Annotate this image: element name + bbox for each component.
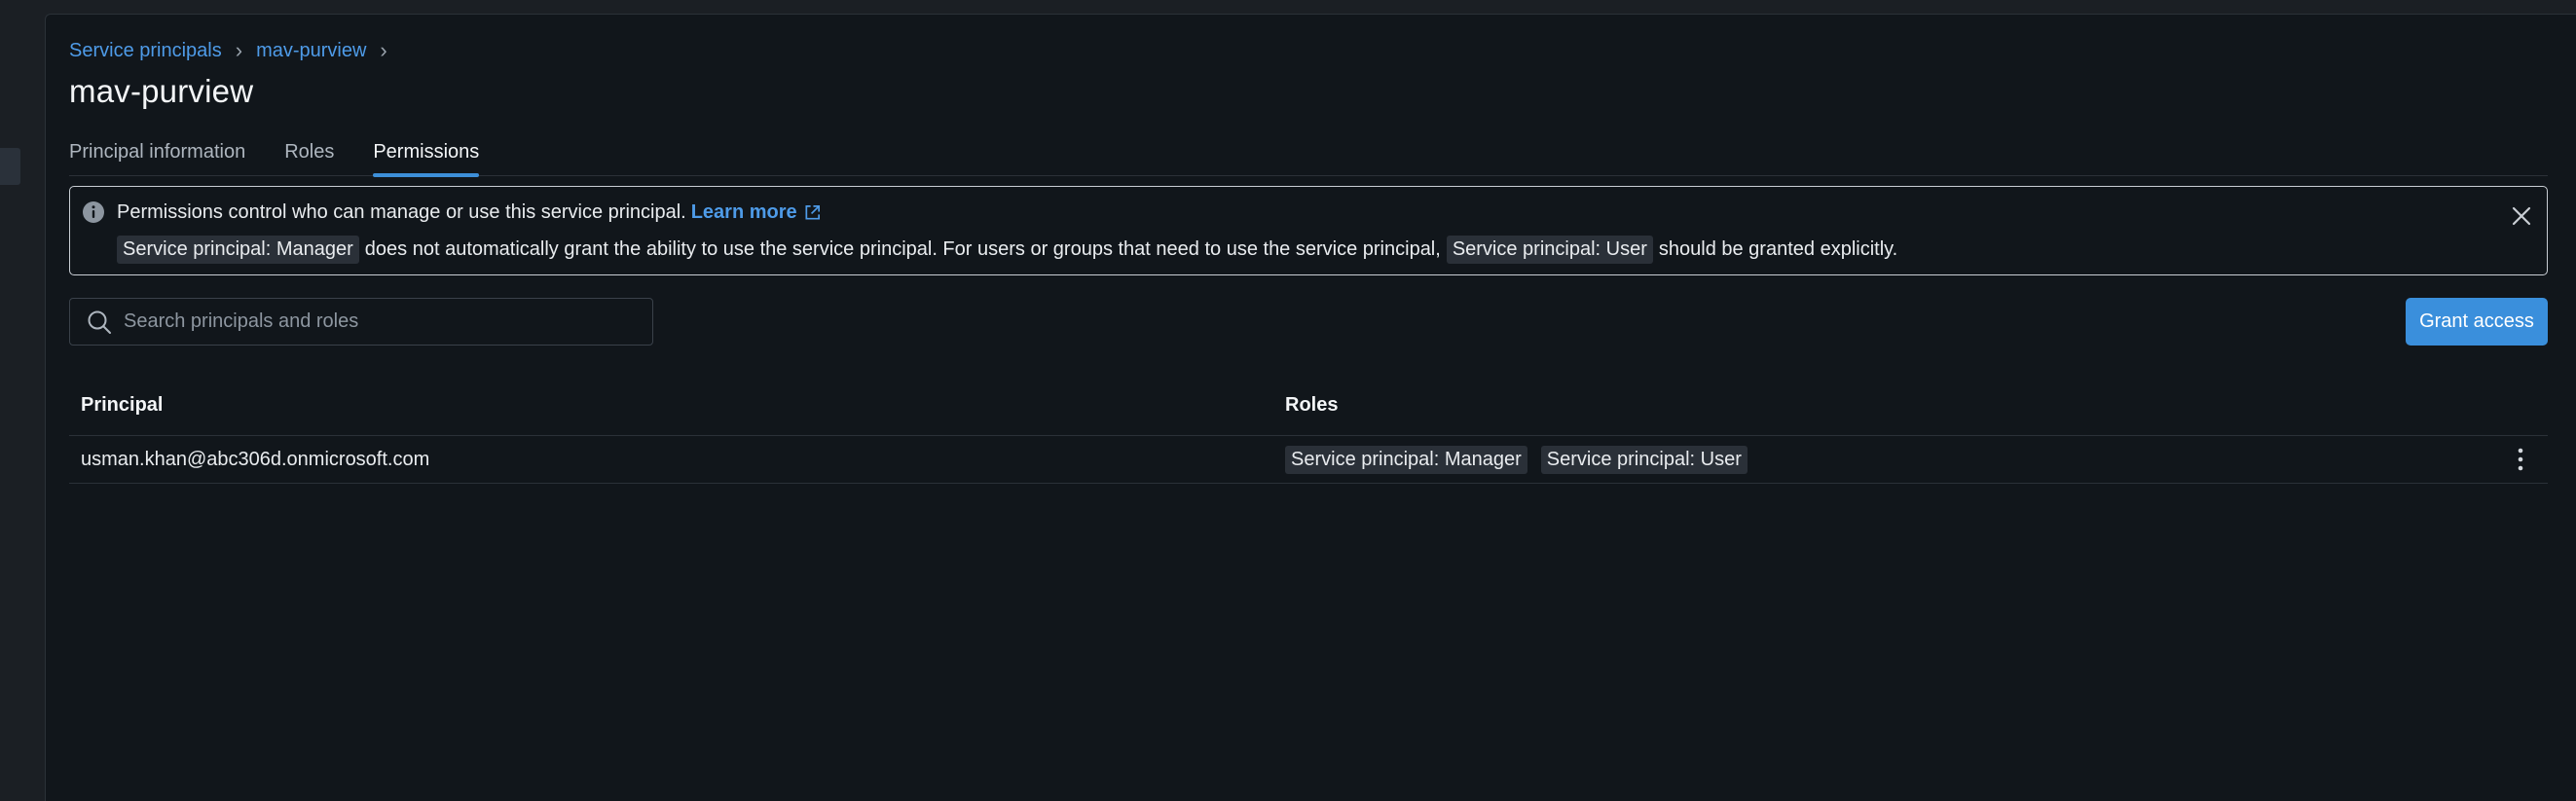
table-header: Principal Roles bbox=[69, 375, 2548, 436]
more-vertical-icon bbox=[2518, 448, 2523, 471]
learn-more-label: Learn more bbox=[690, 200, 797, 223]
permissions-table: Principal Roles usman.khan@abc306d.onmic… bbox=[69, 375, 2548, 484]
breadcrumb-separator: › bbox=[380, 38, 387, 62]
tab-permissions[interactable]: Permissions bbox=[373, 126, 479, 177]
alert-message-text: Permissions control who can manage or us… bbox=[117, 200, 686, 223]
rail-active-item[interactable] bbox=[0, 148, 20, 185]
tab-principal-information[interactable]: Principal information bbox=[69, 126, 245, 176]
breadcrumb-item-mav-purview[interactable]: mav-purview bbox=[256, 40, 366, 62]
search-box[interactable] bbox=[69, 298, 653, 346]
principal-cell: usman.khan@abc306d.onmicrosoft.com bbox=[81, 448, 430, 470]
search-input[interactable] bbox=[122, 309, 652, 334]
tab-bar: Principal information Roles Permissions bbox=[69, 126, 2548, 177]
alert-message-line: Permissions control who can manage or us… bbox=[82, 200, 822, 224]
alert-detail-text: does not automatically grant the ability… bbox=[364, 238, 1441, 260]
search-icon bbox=[87, 309, 112, 335]
table-row: usman.khan@abc306d.onmicrosoft.com Servi… bbox=[69, 436, 2548, 484]
tab-roles[interactable]: Roles bbox=[284, 126, 334, 176]
main-panel: Service principals › mav-purview › mav-p… bbox=[45, 14, 2576, 801]
role-badge: Service principal: User bbox=[1540, 445, 1748, 474]
column-header-roles: Roles bbox=[1285, 393, 1339, 416]
learn-more-link[interactable]: Learn more bbox=[691, 201, 822, 224]
page-title: mav-purview bbox=[69, 73, 254, 109]
breadcrumb: Service principals › mav-purview › bbox=[69, 36, 401, 65]
permissions-info-alert: Permissions control who can manage or us… bbox=[69, 186, 2548, 275]
role-badge: Service principal: Manager bbox=[1285, 445, 1527, 474]
breadcrumb-separator: › bbox=[235, 38, 243, 62]
close-icon bbox=[2512, 206, 2531, 226]
roles-cell: Service principal: Manager Service princ… bbox=[1285, 445, 2548, 474]
role-code-chip-user: Service principal: User bbox=[1446, 236, 1653, 264]
row-actions-button[interactable] bbox=[2507, 446, 2534, 473]
info-icon bbox=[82, 200, 105, 224]
breadcrumb-item-service-principals[interactable]: Service principals bbox=[69, 40, 222, 62]
alert-detail-text-end: should be granted explicitly. bbox=[1658, 238, 1898, 260]
close-alert-button[interactable] bbox=[2506, 200, 2537, 232]
grant-access-button[interactable]: Grant access bbox=[2406, 298, 2548, 346]
role-code-chip-manager: Service principal: Manager bbox=[117, 236, 359, 264]
alert-detail-line: Service principal: Manager does not auto… bbox=[117, 236, 1897, 264]
left-navigation-rail bbox=[0, 0, 45, 801]
column-header-principal: Principal bbox=[81, 393, 164, 416]
external-link-icon bbox=[803, 203, 822, 222]
